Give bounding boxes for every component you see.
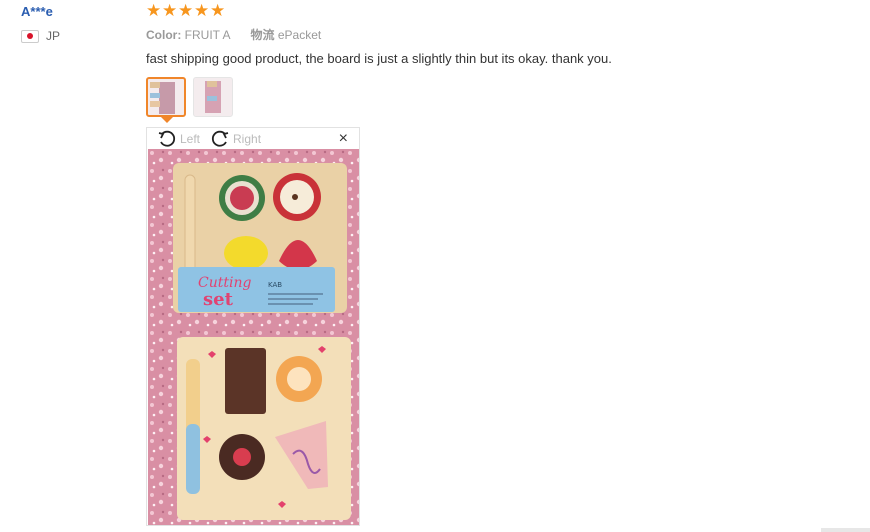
color-label: Color: bbox=[146, 28, 182, 42]
japan-flag-icon bbox=[21, 29, 39, 43]
review-photo-thumbnail-2[interactable] bbox=[193, 77, 233, 117]
review-text: fast shipping good product, the board is… bbox=[146, 51, 612, 66]
star-rating: ★ ★ ★ ★ ★ bbox=[146, 2, 225, 19]
viewer-toolbar: Left Right × bbox=[147, 128, 359, 149]
review-photo: Cutting set KAB bbox=[148, 149, 359, 525]
board-brand-label: KAB bbox=[268, 281, 282, 289]
rotate-right-icon bbox=[211, 130, 229, 147]
star-icon: ★ bbox=[178, 1, 194, 20]
rotate-left-icon bbox=[158, 130, 176, 147]
star-icon: ★ bbox=[162, 1, 178, 20]
cutting-board-top: Cutting set KAB bbox=[173, 163, 347, 313]
rotate-left-label: Left bbox=[180, 131, 201, 146]
rotate-right-button[interactable]: Right bbox=[210, 130, 261, 148]
color-value: FRUIT A bbox=[184, 28, 230, 42]
close-viewer-button[interactable]: × bbox=[339, 130, 348, 148]
shipping-label: 物流 bbox=[250, 28, 275, 42]
rotate-right-label: Right bbox=[233, 131, 262, 146]
photo-viewer: Left Right × Cutting set KAB bbox=[146, 127, 360, 526]
rotate-left-button[interactable]: Left bbox=[157, 130, 200, 148]
star-icon: ★ bbox=[194, 1, 210, 20]
board-label-set: set bbox=[203, 289, 234, 310]
review-photo-thumbnail-1[interactable] bbox=[146, 77, 186, 117]
star-icon: ★ bbox=[210, 1, 226, 20]
star-icon: ★ bbox=[146, 1, 162, 20]
shipping-value: ePacket bbox=[277, 28, 322, 42]
reviewer-name: A***e bbox=[21, 4, 53, 19]
sku-info: Color: FRUIT A 物流 ePacket bbox=[146, 26, 321, 43]
cutting-board-bottom bbox=[177, 337, 351, 520]
active-thumbnail-pointer bbox=[161, 117, 173, 123]
scroll-edge bbox=[821, 528, 870, 532]
country-code: JP bbox=[46, 29, 61, 43]
reviewer-country: JP bbox=[21, 29, 60, 43]
